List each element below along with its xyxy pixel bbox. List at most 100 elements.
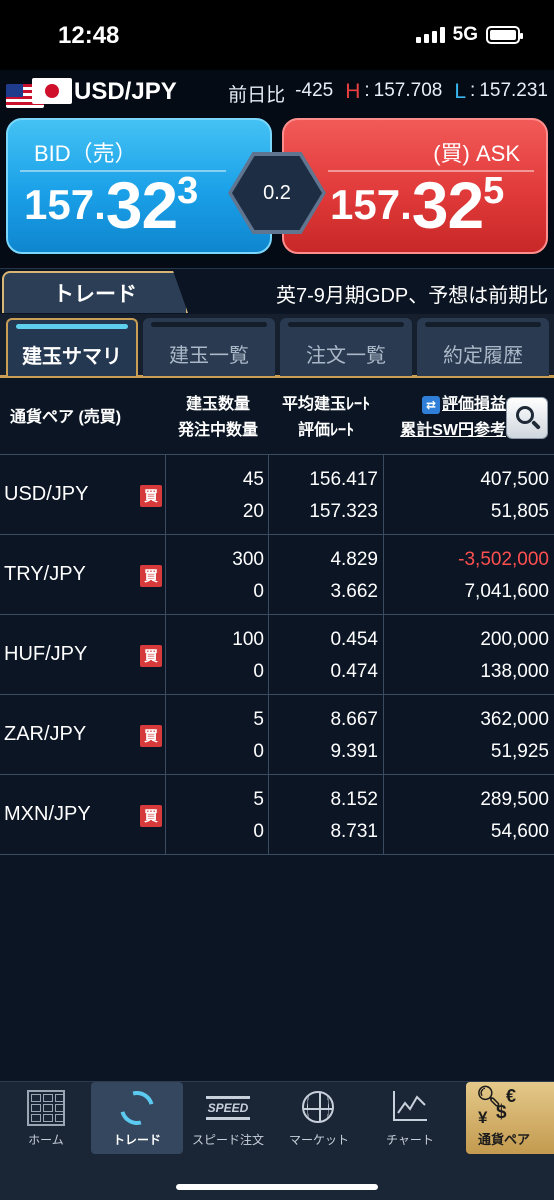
row-pending: 0 (253, 821, 264, 842)
row-eval-rate: 8.731 (330, 821, 378, 842)
row-pair: HUF/JPY (4, 643, 88, 665)
row-eval-rate: 0.474 (330, 661, 378, 682)
header-cumulative-swap[interactable]: 累計SW円参考 (380, 418, 506, 444)
row-avg-rate: 8.152 (330, 789, 378, 810)
yen-icon: ¥ (478, 1108, 488, 1127)
header-pending-qty: 発注中数量 (177, 422, 258, 439)
row-avg-rate: 0.454 (330, 629, 378, 650)
bid-button[interactable]: BID（売） 157. 32 3 (6, 118, 272, 254)
subtab-label: 約定履歴 (443, 344, 523, 367)
low-value: 157.231 (479, 80, 548, 101)
pair-header[interactable]: USD/JPY 前日比 -425 H: 157.708 L: 157.231 (0, 70, 554, 116)
network-label: 5G (452, 24, 478, 45)
tab-trade[interactable]: トレード (2, 271, 188, 313)
buy-badge: 買 (140, 805, 162, 827)
tab-home[interactable]: ホーム (0, 1082, 92, 1154)
row-pnl: 362,000 (480, 709, 549, 730)
change-label: 前日比 (228, 85, 286, 106)
tab-label: トレード (112, 1133, 161, 1147)
position-table: USD/JPY 買 45 20 156.417 157.323 407,500 … (0, 455, 554, 855)
table-row[interactable]: TRY/JPY 買 300 0 4.829 3.662 -3,502,000 7… (0, 535, 554, 615)
bid-price-small: 157. (24, 181, 106, 228)
row-pending: 0 (253, 741, 264, 762)
table-row[interactable]: HUF/JPY 買 100 0 0.454 0.474 200,000 138,… (0, 615, 554, 695)
subtab-order-list[interactable]: 注文一覧 (280, 318, 412, 376)
subtab-position-summary[interactable]: 建玉サマリ (6, 318, 138, 376)
row-swap: 138,000 (480, 661, 549, 682)
row-pending: 20 (242, 501, 264, 522)
row-avg-rate: 8.667 (330, 709, 378, 730)
pair-stats: 前日比 -425 H: 157.708 L: 157.231 (228, 80, 548, 106)
trade-strip: トレード 英7-9月期GDP、予想は前期比 (0, 268, 554, 313)
buy-badge: 買 (140, 565, 162, 587)
ask-price: 157. 32 5 (330, 172, 504, 238)
row-pnl: 289,500 (480, 789, 549, 810)
dollar-icon: $ (496, 1102, 507, 1123)
subtabs: 建玉サマリ 建玉一覧 注文一覧 約定履歴 (0, 314, 554, 378)
row-eval-rate: 9.391 (330, 741, 378, 762)
news-ticker[interactable]: 英7-9月期GDP、予想は前期比 (276, 279, 554, 308)
status-indicators: 5G (415, 24, 523, 46)
row-pair: MXN/JPY (4, 803, 91, 825)
table-row[interactable]: USD/JPY 買 45 20 156.417 157.323 407,500 … (0, 455, 554, 535)
status-bar: 12:48 5G (0, 0, 554, 70)
subtab-label: 建玉一覧 (169, 344, 249, 367)
currency-pair-button[interactable]: 🔍︎ € ¥ $ 通貨ペア (466, 1082, 554, 1154)
row-pair: USD/JPY (4, 483, 89, 505)
signal-icon (415, 27, 445, 43)
row-eval-rate: 157.323 (309, 501, 378, 522)
status-time: 12:48 (58, 22, 120, 49)
battery-icon (486, 26, 523, 44)
row-qty: 300 (232, 549, 264, 570)
globe-icon (302, 1091, 336, 1125)
row-pair: TRY/JPY (4, 563, 86, 585)
tab-label: チャート (386, 1133, 434, 1147)
search-button[interactable] (506, 397, 548, 439)
buy-badge: 買 (140, 485, 162, 507)
high-label: H (345, 80, 361, 103)
swap-sort-icon[interactable]: ⇄ (421, 395, 440, 414)
high-value: 157.708 (373, 80, 443, 101)
header-avg-rate: 平均建玉ﾚｰﾄ (281, 396, 370, 413)
tab-label: スピード注文 (191, 1133, 264, 1147)
buy-badge: 買 (140, 725, 162, 747)
row-avg-rate: 4.829 (330, 549, 378, 570)
row-qty: 5 (253, 789, 264, 810)
header-eval-rate: 評価ﾚｰﾄ (297, 422, 354, 439)
currency-flags-icon (6, 78, 72, 112)
subtab-position-list[interactable]: 建玉一覧 (143, 318, 275, 376)
subtab-execution-history[interactable]: 約定履歴 (417, 318, 549, 376)
row-swap: 7,041,600 (464, 581, 549, 602)
header-qty: 建玉数量 (185, 396, 250, 413)
ask-button[interactable]: (買) ASK 157. 32 5 (282, 118, 548, 254)
bid-price-pip: 3 (177, 170, 199, 212)
row-avg-rate: 156.417 (309, 469, 378, 490)
jp-flag-icon (32, 78, 72, 104)
row-eval-rate: 3.662 (330, 581, 378, 602)
tab-trade-nav[interactable]: トレード (91, 1082, 183, 1154)
table-row[interactable]: MXN/JPY 買 5 0 8.152 8.731 289,500 54,600 (0, 775, 554, 855)
row-qty: 45 (242, 469, 264, 490)
row-swap: 51,805 (490, 501, 549, 522)
speed-icon-text: SPEED (205, 1096, 251, 1120)
ask-price-pip: 5 (483, 170, 505, 212)
row-qty: 5 (253, 709, 264, 730)
tab-label: マーケット (288, 1133, 349, 1147)
currency-pair-label: 通貨ペア (478, 1132, 531, 1147)
row-pnl: -3,502,000 (458, 549, 549, 570)
speed-icon: SPEED (205, 1091, 251, 1125)
subtab-label: 建玉サマリ (22, 345, 122, 368)
row-pnl: 407,500 (480, 469, 549, 490)
tab-market[interactable]: マーケット (273, 1082, 365, 1154)
home-grid-icon (27, 1090, 65, 1126)
ask-price-big: 32 (411, 168, 484, 242)
tab-chart[interactable]: チャート (364, 1082, 456, 1154)
row-pair: ZAR/JPY (4, 723, 87, 745)
pair-name: USD/JPY (74, 78, 177, 105)
table-row[interactable]: ZAR/JPY 買 5 0 8.667 9.391 362,000 51,925 (0, 695, 554, 775)
empty-area (0, 855, 554, 1081)
home-indicator (176, 1184, 378, 1190)
header-pnl[interactable]: ⇄ 評価損益 (390, 392, 506, 418)
row-swap: 51,925 (490, 741, 549, 762)
tab-speed-order[interactable]: SPEED スピード注文 (182, 1082, 274, 1154)
